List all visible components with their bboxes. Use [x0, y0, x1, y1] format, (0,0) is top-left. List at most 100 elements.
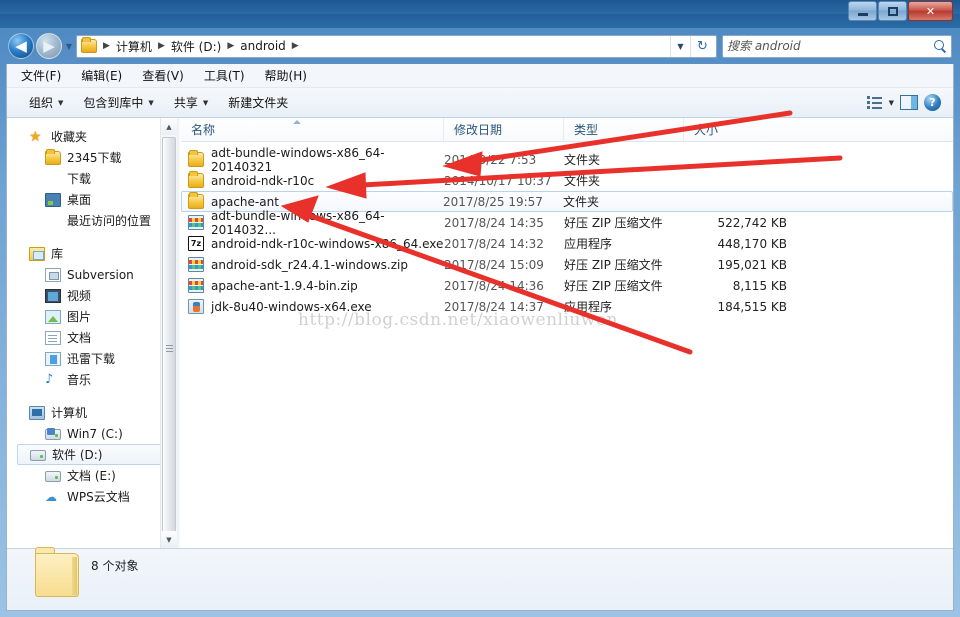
menu-bar: 文件(F) 编辑(E) 查看(V) 工具(T) 帮助(H) [7, 64, 953, 88]
organize-button[interactable]: 组织 ▼ [21, 92, 71, 113]
breadcrumb-android[interactable]: android [238, 39, 288, 53]
refresh-icon[interactable]: ↻ [690, 35, 714, 57]
preview-pane-icon[interactable] [900, 95, 918, 110]
sidebar-item-2345download[interactable]: 2345下载 [7, 147, 177, 168]
navigation-scrollbar[interactable]: ▲ ▼ [160, 118, 177, 559]
breadcrumb-drive-d[interactable]: 软件 (D:) [169, 38, 223, 55]
sidebar-item-drive-c[interactable]: Win7 (C:) [7, 423, 177, 444]
file-name: apache-ant-1.9.4-bin.zip [211, 278, 358, 293]
folder-icon [35, 547, 79, 599]
close-button[interactable]: ✕ [908, 1, 953, 21]
file-date: 2017/8/25 19:57 [443, 194, 543, 209]
breadcrumb-computer[interactable]: 计算机 [114, 38, 154, 55]
drive-icon [45, 471, 61, 482]
file-date: 2017/8/24 14:35 [444, 215, 544, 230]
file-date: 2017/8/24 14:36 [444, 278, 544, 293]
sidebar-item-recent-places[interactable]: 最近访问的位置 [7, 210, 177, 231]
chevron-down-icon[interactable]: ▼ [670, 35, 690, 57]
include-in-library-button[interactable]: 包含到库中 ▼ [75, 92, 161, 113]
table-row[interactable]: android-ndk-r10c 2014/10/17 10:37 文件夹 [181, 170, 953, 191]
sort-ascending-icon [293, 119, 301, 124]
help-icon[interactable]: ? [924, 94, 941, 111]
sidebar-item-favorites[interactable]: ★ 收藏夹 [7, 126, 177, 147]
minimize-button[interactable] [848, 1, 877, 21]
chevron-down-icon[interactable]: ▼ [889, 99, 894, 107]
sidebar-item-drive-e[interactable]: 文档 (E:) [7, 465, 177, 486]
sidebar-label-libraries: 库 [51, 247, 64, 261]
grip-icon [165, 344, 173, 352]
file-type: 应用程序 [564, 237, 613, 251]
sidebar-item-music[interactable]: ♪ 音乐 [7, 369, 177, 390]
sidebar-item-computer[interactable]: 计算机 [7, 402, 177, 423]
new-folder-button[interactable]: 新建文件夹 [220, 92, 296, 113]
sidebar-label: 桌面 [67, 193, 92, 207]
table-row[interactable]: 7z android-ndk-r10c-windows-x86_64.exe 2… [181, 233, 953, 254]
client-area: 文件(F) 编辑(E) 查看(V) 工具(T) 帮助(H) 组织 ▼ 包含到库中… [6, 64, 954, 611]
column-header-size[interactable]: 大小 [683, 117, 798, 142]
folder-icon [45, 148, 61, 165]
menu-edit[interactable]: 编辑(E) [81, 67, 122, 84]
menu-view[interactable]: 查看(V) [142, 67, 184, 84]
column-header-date[interactable]: 修改日期 [443, 117, 563, 142]
sidebar-item-videos[interactable]: 视频 [7, 285, 177, 306]
zip-icon [188, 257, 204, 272]
navigation-pane: ★ 收藏夹 2345下载 下载 桌面 最近访问的位置 库 Subversion … [7, 118, 177, 559]
sidebar-label: 视频 [67, 289, 92, 303]
scroll-up-icon[interactable]: ▲ [161, 118, 177, 135]
search-box[interactable] [722, 34, 952, 58]
sidebar-item-downloads[interactable]: 下载 [7, 168, 177, 189]
sidebar-item-thunder-download[interactable]: 迅雷下载 [7, 348, 177, 369]
zip-icon [188, 215, 204, 230]
file-date: 2014/10/17 10:37 [444, 173, 552, 188]
menu-tools[interactable]: 工具(T) [204, 67, 245, 84]
sidebar-item-pictures[interactable]: 图片 [7, 306, 177, 327]
back-button[interactable]: ◀ [8, 33, 34, 59]
sidebar-label: Win7 (C:) [67, 426, 123, 441]
scrollbar-thumb[interactable] [162, 137, 176, 559]
chevron-down-icon: ▼ [202, 98, 209, 107]
organize-label: 组织 [29, 96, 54, 110]
sidebar-item-wps-cloud[interactable]: ☁ WPS云文档 [7, 486, 177, 507]
folder-icon [81, 37, 97, 53]
share-button[interactable]: 共享 ▼ [166, 92, 216, 113]
search-icon[interactable] [933, 39, 947, 53]
sidebar-item-subversion[interactable]: Subversion [7, 264, 177, 285]
sidebar-item-desktop[interactable]: 桌面 [7, 189, 177, 210]
address-bar-row: ◀ ▶ ▼ ▶ 计算机 ▶ 软件 (D:) ▶ android ▶ ▼ ↻ [0, 28, 960, 64]
menu-help[interactable]: 帮助(H) [265, 67, 307, 84]
file-list-pane: 名称 修改日期 类型 大小 adt-bundle-windows-x86_64-… [181, 117, 953, 548]
forward-button[interactable]: ▶ [36, 33, 62, 59]
sidebar-item-libraries[interactable]: 库 [7, 243, 177, 264]
table-row[interactable]: adt-bundle-windows-x86_64-2014032... 201… [181, 209, 953, 237]
table-row[interactable]: jdk-8u40-windows-x64.exe 2017/8/24 14:37… [181, 296, 953, 317]
maximize-button[interactable] [878, 1, 907, 21]
table-row[interactable]: apache-ant-1.9.4-bin.zip 2017/8/24 14:36… [181, 275, 953, 296]
column-header-type[interactable]: 类型 [563, 117, 683, 142]
scroll-down-icon[interactable]: ▼ [161, 531, 177, 548]
file-date: 2017/8/24 15:09 [444, 257, 544, 272]
sidebar-item-documents[interactable]: 文档 [7, 327, 177, 348]
sidebar-label: WPS云文档 [67, 490, 130, 504]
file-type: 应用程序 [564, 300, 613, 314]
sidebar-label-computer: 计算机 [51, 406, 88, 420]
status-text: 8 个对象 [91, 559, 139, 573]
library-icon [29, 246, 45, 261]
menu-file[interactable]: 文件(F) [21, 67, 61, 84]
status-bar: 8 个对象 [7, 547, 953, 610]
sidebar-label: 文档 [67, 331, 92, 345]
search-input[interactable] [727, 39, 933, 53]
zip-icon [188, 278, 204, 293]
view-options-icon[interactable] [867, 96, 883, 109]
history-dropdown-icon[interactable]: ▼ [62, 42, 76, 51]
sidebar-label: 文档 (E:) [67, 469, 116, 483]
nav-group-computer: 计算机 Win7 (C:) 软件 (D:) 文档 (E:) ☁ WPS云文档 [7, 402, 177, 507]
table-row[interactable]: android-sdk_r24.4.1-windows.zip 2017/8/2… [181, 254, 953, 275]
sidebar-item-drive-d[interactable]: 软件 (D:) [17, 444, 171, 465]
file-size: 448,170 KB [717, 236, 787, 251]
file-type: 文件夹 [564, 153, 601, 167]
table-row[interactable]: adt-bundle-windows-x86_64-20140321 2014/… [181, 146, 953, 174]
address-breadcrumb-bar[interactable]: ▶ 计算机 ▶ 软件 (D:) ▶ android ▶ ▼ ↻ [76, 34, 717, 58]
column-header-name[interactable]: 名称 [181, 118, 443, 142]
subversion-icon [45, 267, 61, 282]
